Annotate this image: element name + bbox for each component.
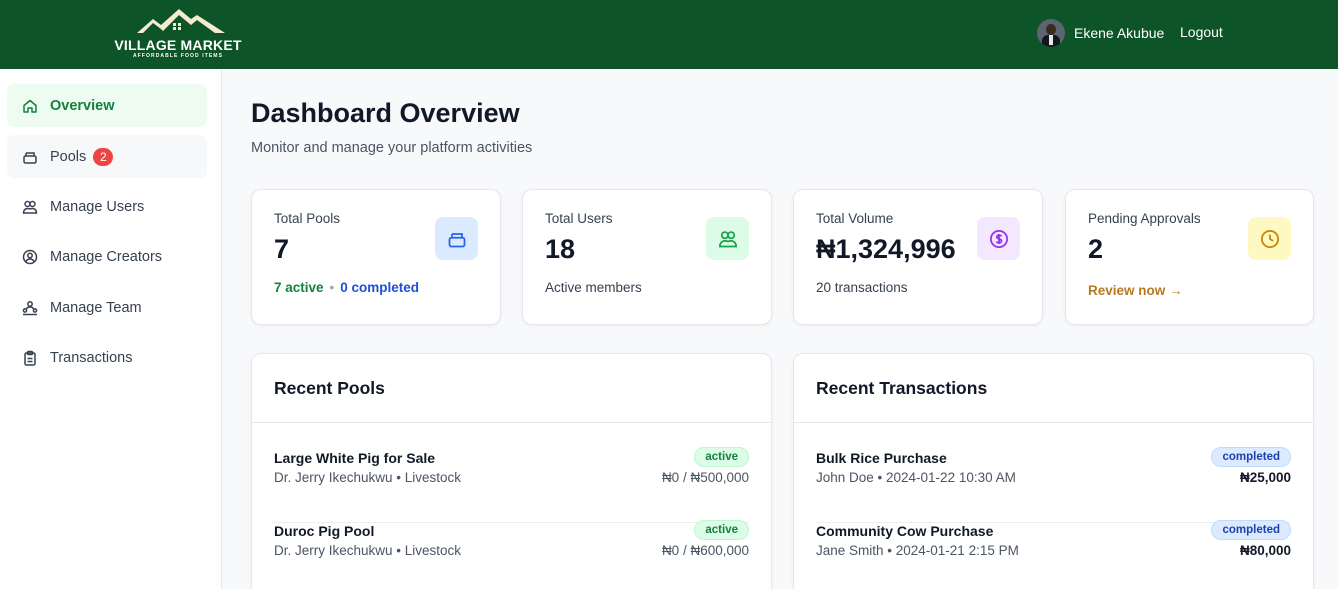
houses-logo-icon [137, 9, 225, 33]
logout-button[interactable]: Logout [1180, 24, 1223, 40]
transaction-amount: ₦80,000 [1239, 543, 1291, 558]
stat-label: Pending Approvals [1088, 211, 1201, 226]
home-icon [22, 98, 38, 114]
pool-icon [22, 149, 38, 165]
transaction-meta: Jane Smith • 2024-01-21 2:15 PM [816, 543, 1019, 558]
sidebar-item-overview[interactable]: Overview [7, 84, 207, 127]
pool-meta: Dr. Jerry Ikechukwu • Livestock [274, 543, 462, 558]
avatar [1037, 19, 1065, 47]
sidebar-item-label: Pools [50, 148, 87, 165]
logo[interactable]: VILLAGE MARKET AFFORDABLE FOOD ITEMS [105, 7, 255, 61]
list-item[interactable]: Large White Pig for Sale Dr. Jerry Ikech… [274, 447, 749, 523]
sidebar-item-manage-creators[interactable]: Manage Creators [7, 235, 207, 278]
list-item[interactable]: Duroc Pig Pool Dr. Jerry Ikechukwu • Liv… [274, 520, 749, 589]
sidebar-item-transactions[interactable]: Transactions [7, 336, 207, 379]
users-icon [22, 199, 38, 215]
user-name: Ekene Akubue [1074, 25, 1165, 41]
dollar-icon [977, 217, 1020, 260]
list-item[interactable]: Community Cow Purchase Jane Smith • 2024… [816, 520, 1291, 589]
status-badge: active [694, 520, 749, 540]
stat-footer: Active members [545, 280, 642, 295]
stat-card-total-users: Total Users 18 Active members [522, 189, 772, 325]
sidebar-item-manage-users[interactable]: Manage Users [7, 185, 207, 228]
pool-meta: Dr. Jerry Ikechukwu • Livestock [274, 470, 462, 485]
pool-amount: ₦0 / ₦500,000 [661, 470, 749, 485]
stat-card-total-volume: Total Volume ₦1,324,996 20 transactions [793, 189, 1043, 325]
section-title: Recent Transactions [816, 378, 988, 398]
sidebar: Overview Pools 2 Manage Users Manage Cre… [0, 69, 222, 589]
separator-dot: • [329, 280, 335, 295]
sidebar-item-pools[interactable]: Pools 2 [7, 135, 207, 178]
clock-icon [1248, 217, 1291, 260]
clipboard-icon [22, 350, 38, 366]
logo-subtitle: AFFORDABLE FOOD ITEMS [132, 53, 224, 59]
stat-footer: Review now → [1088, 283, 1183, 298]
transaction-title: Bulk Rice Purchase [816, 450, 947, 466]
logo-title: VILLAGE MARKET [114, 37, 242, 53]
active-pools-count: 7 active [274, 280, 324, 295]
stat-card-pending-approvals: Pending Approvals 2 Review now → [1065, 189, 1314, 325]
divider [794, 422, 1313, 423]
recent-pools-panel: Recent Pools Large White Pig for Sale Dr… [251, 353, 772, 589]
users-icon [706, 217, 749, 260]
transaction-meta: John Doe • 2024-01-22 10:30 AM [816, 470, 1016, 485]
pool-amount: ₦0 / ₦600,000 [661, 543, 749, 558]
pool-title: Large White Pig for Sale [274, 450, 436, 466]
user-profile[interactable]: Ekene Akubue [1037, 18, 1164, 48]
page-title: Dashboard Overview [251, 98, 520, 128]
section-title: Recent Pools [274, 378, 385, 398]
sidebar-item-label: Manage Creators [50, 248, 163, 265]
recent-transactions-panel: Recent Transactions Bulk Rice Purchase J… [793, 353, 1314, 589]
team-icon [22, 300, 38, 316]
status-badge: completed [1211, 520, 1291, 540]
review-now-link[interactable]: Review now → [1088, 283, 1183, 298]
stat-value: 2 [1088, 234, 1104, 264]
top-header: VILLAGE MARKET AFFORDABLE FOOD ITEMS Eke… [0, 0, 1338, 69]
sidebar-item-manage-team[interactable]: Manage Team [7, 286, 207, 329]
stat-label: Total Volume [816, 211, 894, 226]
stat-value: 18 [545, 234, 576, 264]
divider [252, 422, 771, 423]
sidebar-item-label: Overview [50, 97, 115, 114]
sidebar-item-label: Transactions [50, 349, 133, 366]
completed-pools-count: 0 completed [340, 280, 420, 295]
stat-footer: 7 active • 0 completed [274, 280, 419, 295]
transaction-amount: ₦25,000 [1239, 470, 1291, 485]
stat-label: Total Pools [274, 211, 341, 226]
stat-value: ₦1,324,996 [816, 234, 956, 264]
sidebar-item-label: Manage Users [50, 198, 145, 215]
transaction-title: Community Cow Purchase [816, 523, 994, 539]
pool-icon [435, 217, 478, 260]
pool-title: Duroc Pig Pool [274, 523, 375, 539]
stat-value: 7 [274, 234, 290, 264]
pools-count-badge: 2 [93, 147, 114, 166]
status-badge: completed [1211, 447, 1291, 467]
stat-label: Total Users [545, 211, 613, 226]
status-badge: active [694, 447, 749, 467]
page-subtitle: Monitor and manage your platform activit… [251, 140, 533, 156]
user-circle-icon [22, 249, 38, 265]
list-item[interactable]: Bulk Rice Purchase John Doe • 2024-01-22… [816, 447, 1291, 523]
stat-footer: 20 transactions [816, 280, 908, 295]
sidebar-item-label: Manage Team [50, 299, 142, 316]
stat-card-total-pools: Total Pools 7 7 active • 0 completed [251, 189, 501, 325]
